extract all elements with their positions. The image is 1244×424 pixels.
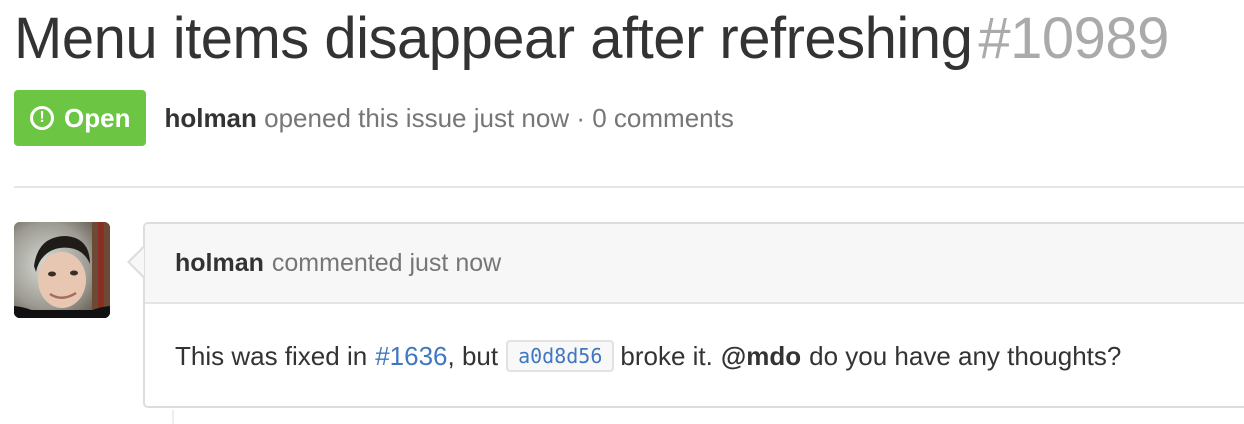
issue-reference-link[interactable]: #1636 <box>375 341 447 372</box>
header-divider <box>14 186 1244 188</box>
comment-arrow-fill <box>130 248 144 276</box>
avatar[interactable] <box>14 222 110 318</box>
issue-meta: ! Open holman opened this issue just now… <box>14 90 734 146</box>
state-badge-open: ! Open <box>14 90 147 146</box>
comment-text-end: do you have any thoughts? <box>809 340 1122 371</box>
comment-text-after: broke it. <box>620 340 713 371</box>
commit-sha-link[interactable]: a0d8d56 <box>506 340 615 372</box>
comment-count: 0 comments <box>592 102 734 133</box>
issue-number: #10989 <box>978 6 1169 71</box>
issue-opened-icon: ! <box>30 106 54 130</box>
timeline-line <box>172 410 174 424</box>
issue-title-text: Menu items disappear after refreshing <box>14 6 973 71</box>
issue-title: Menu items disappear after refreshing #10… <box>14 4 1169 74</box>
meta-separator: · <box>576 102 586 133</box>
comment-timestamp[interactable]: commented just now <box>272 249 501 278</box>
state-label: Open <box>64 102 131 133</box>
issue-meta-text: holman opened this issue just now · 0 co… <box>164 103 733 134</box>
comment-text-mid: , but <box>447 340 499 371</box>
issue-author-link[interactable]: holman <box>164 103 256 133</box>
comment-author-link[interactable]: holman <box>175 249 264 278</box>
comment: holman commented just now This was fixed… <box>143 222 1244 408</box>
user-mention-link[interactable]: @mdo <box>721 341 801 372</box>
comment-header: holman commented just now <box>145 224 1244 304</box>
opened-text: opened this issue just now <box>264 102 570 133</box>
comment-text-before: This was fixed in <box>175 340 368 371</box>
comment-body: This was fixed in #1636 , but a0d8d56 br… <box>145 304 1244 408</box>
avatar-image <box>14 222 110 318</box>
